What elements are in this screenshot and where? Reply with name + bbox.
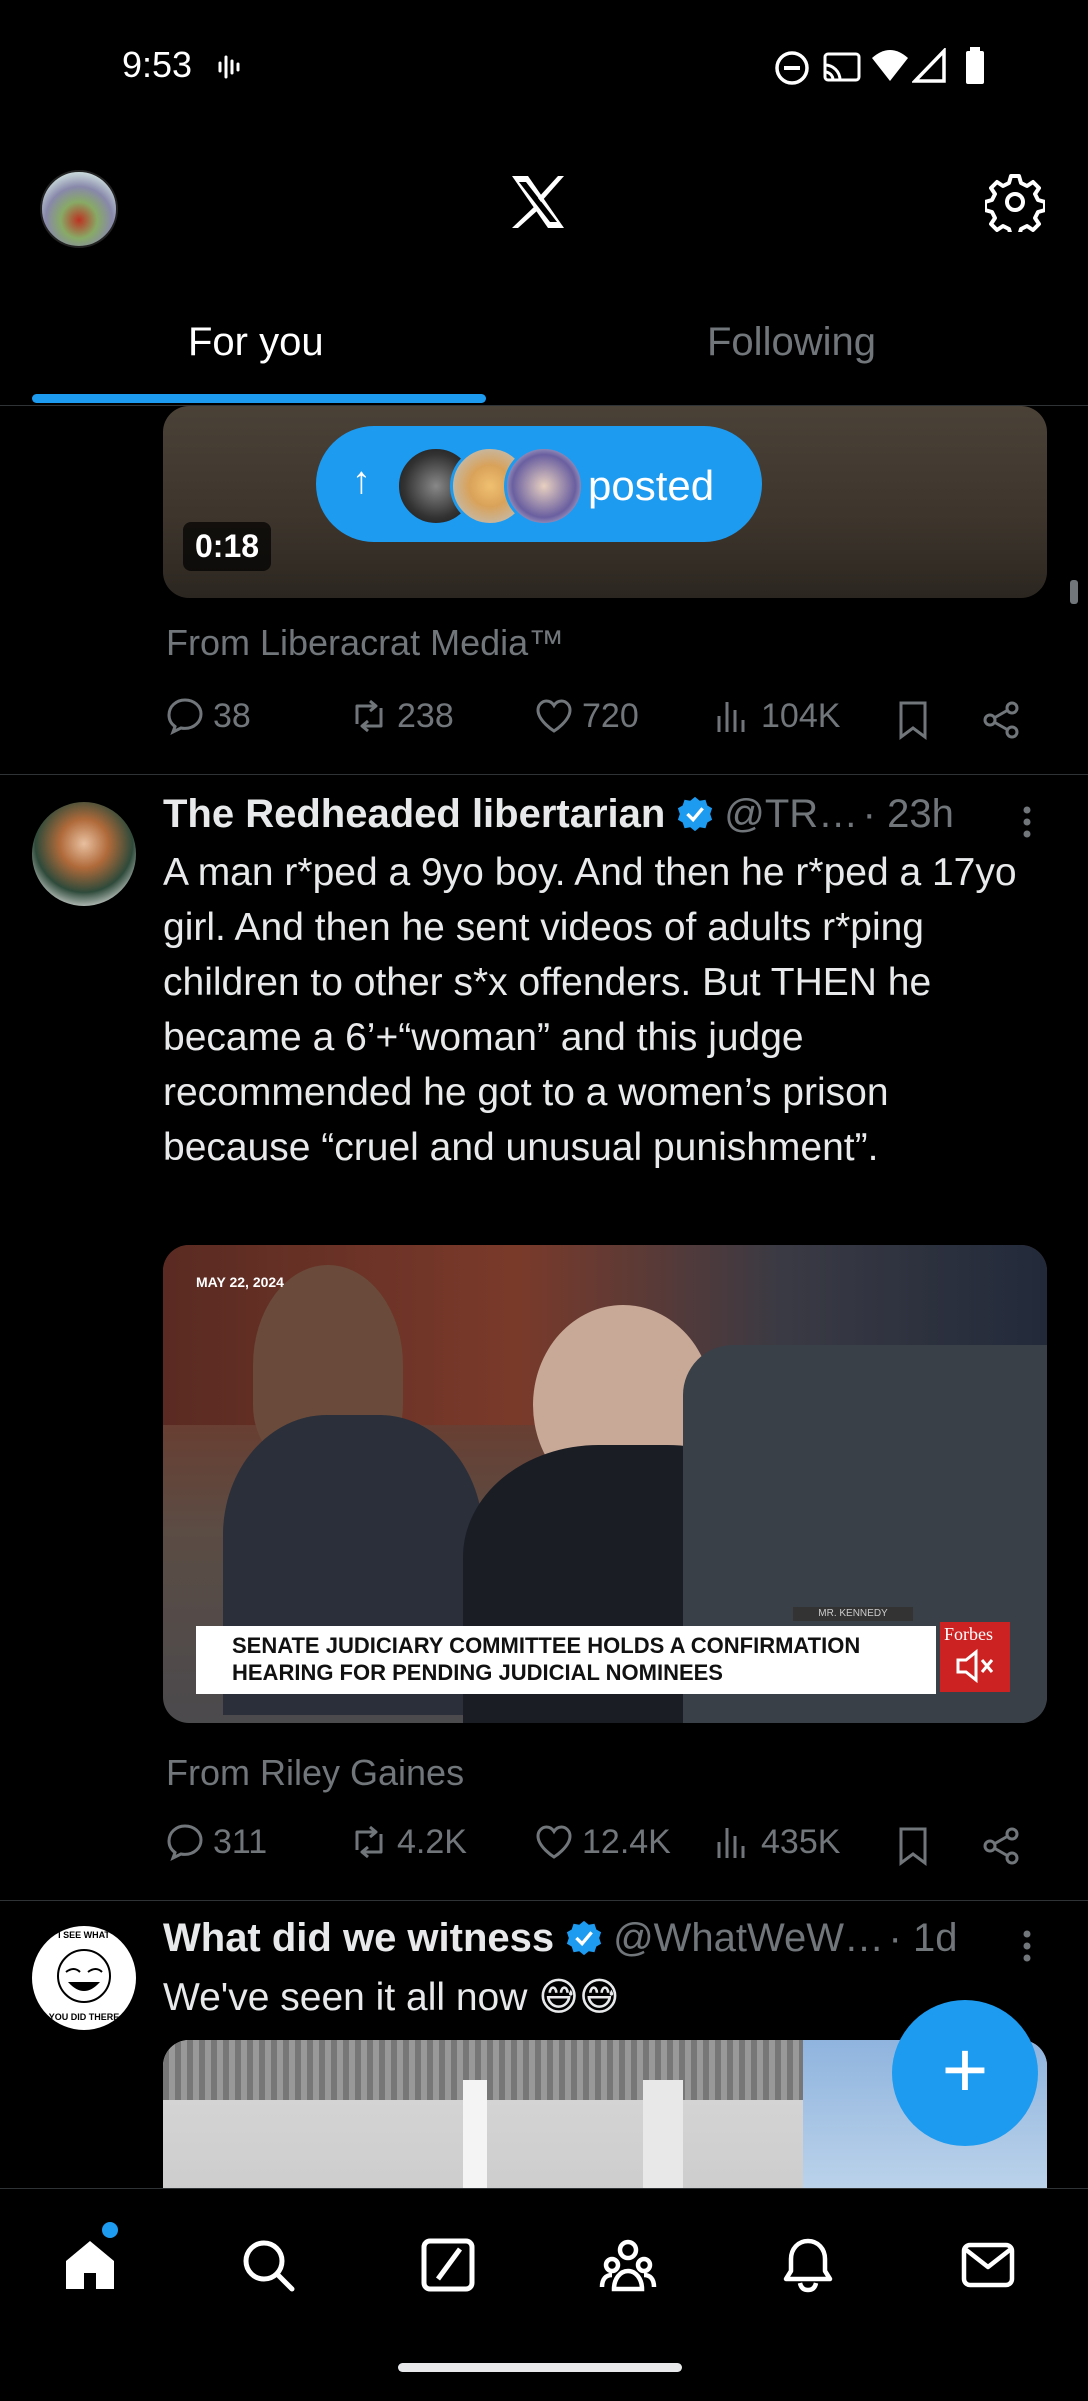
repost-icon bbox=[355, 1825, 383, 1859]
reply-icon bbox=[167, 1824, 203, 1862]
like-icon bbox=[536, 699, 572, 733]
post2-actions: 311 4.2K 12.4K 435K bbox=[163, 1820, 1047, 1880]
search-icon[interactable] bbox=[238, 2235, 298, 2295]
post-avatar[interactable] bbox=[32, 802, 136, 906]
brand-label: Forbes bbox=[944, 1624, 993, 1644]
post3-header: What did we witness @WhatWeW… · 1d bbox=[163, 1916, 1043, 1976]
mute-icon bbox=[956, 1648, 994, 1684]
reply-button[interactable]: 311 bbox=[163, 1820, 267, 1864]
like-icon bbox=[536, 1825, 572, 1859]
poster-avatar bbox=[504, 446, 584, 526]
meme-face-icon bbox=[57, 1949, 111, 2003]
messages-icon[interactable] bbox=[958, 2235, 1018, 2295]
cast-icon bbox=[823, 52, 861, 82]
reply-button[interactable]: 38 bbox=[163, 694, 251, 738]
status-time: 9:53 bbox=[122, 44, 193, 85]
verified-icon bbox=[677, 796, 712, 832]
cell-signal-icon bbox=[912, 48, 946, 83]
gesture-bar[interactable] bbox=[398, 2363, 682, 2372]
author-name[interactable]: What did we witness bbox=[163, 1916, 554, 1960]
mute-button[interactable]: Forbes bbox=[940, 1622, 1010, 1692]
notifications-icon[interactable] bbox=[778, 2235, 838, 2295]
post2-from[interactable]: From Riley Gaines bbox=[166, 1752, 464, 1794]
video-date: MAY 22, 2024 bbox=[196, 1274, 284, 1290]
posted-label: posted bbox=[588, 462, 715, 509]
tab-for-you[interactable]: For you bbox=[188, 320, 324, 365]
status-bar: 9:53 bbox=[0, 0, 1088, 130]
communities-icon[interactable] bbox=[598, 2235, 658, 2295]
author-handle[interactable]: @TR… bbox=[724, 792, 858, 836]
repost-button[interactable]: 4.2K bbox=[347, 1820, 467, 1864]
share-icon[interactable] bbox=[979, 1824, 1023, 1868]
author-name[interactable]: The Redheaded libertarian bbox=[163, 792, 665, 836]
post-text: A man r*ped a 9yo boy. And then he r*ped… bbox=[163, 851, 1017, 1169]
x-logo-icon bbox=[512, 176, 564, 228]
bookmark-icon[interactable] bbox=[891, 1824, 935, 1868]
author-handle[interactable]: @WhatWeW… bbox=[613, 1916, 884, 1960]
signal-waves-icon bbox=[218, 55, 240, 79]
post-divider bbox=[0, 774, 1088, 775]
battery-icon bbox=[966, 47, 984, 84]
views-icon bbox=[717, 1828, 745, 1858]
like-button[interactable]: 720 bbox=[532, 694, 639, 738]
repost-icon bbox=[355, 699, 383, 733]
views-icon bbox=[717, 702, 745, 732]
home-icon[interactable] bbox=[60, 2235, 120, 2295]
reply-icon bbox=[167, 698, 203, 736]
grok-icon[interactable] bbox=[418, 2235, 478, 2295]
like-button[interactable]: 12.4K bbox=[532, 1820, 671, 1864]
repost-button[interactable]: 238 bbox=[347, 694, 454, 738]
nameplate: MR. KENNEDY bbox=[793, 1607, 913, 1621]
post2-header: The Redheaded libertarian @TR… · 23h bbox=[163, 792, 1043, 852]
gear-icon[interactable] bbox=[985, 172, 1045, 232]
post-divider bbox=[0, 1900, 1088, 1901]
plus-icon: + bbox=[941, 2025, 989, 2114]
more-icon[interactable] bbox=[1012, 802, 1042, 842]
tab-following[interactable]: Following bbox=[707, 320, 876, 365]
views-button[interactable]: 435K bbox=[711, 1820, 840, 1864]
profile-avatar[interactable] bbox=[40, 170, 118, 248]
video-chyron: SENATE JUDICIARY COMMITTEE HOLDS A CONFI… bbox=[196, 1626, 936, 1694]
verified-icon bbox=[566, 1920, 601, 1956]
more-icon[interactable] bbox=[1012, 1926, 1042, 1966]
video-duration: 0:18 bbox=[183, 522, 272, 571]
views-button[interactable]: 104K bbox=[711, 694, 840, 738]
tab-indicator bbox=[32, 394, 486, 403]
post-avatar[interactable]: I SEE WHAT YOU DID THERE bbox=[32, 1926, 136, 2030]
post1-from[interactable]: From Liberacrat Media™ bbox=[166, 622, 564, 664]
timeline-tabs: For you Following bbox=[0, 290, 1088, 406]
post-time: · 1d bbox=[888, 1916, 958, 1960]
share-icon[interactable] bbox=[979, 698, 1023, 742]
notification-dot bbox=[102, 2222, 118, 2238]
bookmark-icon[interactable] bbox=[891, 698, 935, 742]
wifi-icon bbox=[872, 50, 908, 81]
post1-actions: 38 238 720 104K bbox=[163, 694, 1047, 754]
dnd-icon bbox=[775, 51, 809, 85]
arrow-up-icon: ↑ bbox=[352, 460, 371, 502]
post-time: · 23h bbox=[862, 792, 954, 836]
scrollbar[interactable] bbox=[1070, 580, 1078, 604]
